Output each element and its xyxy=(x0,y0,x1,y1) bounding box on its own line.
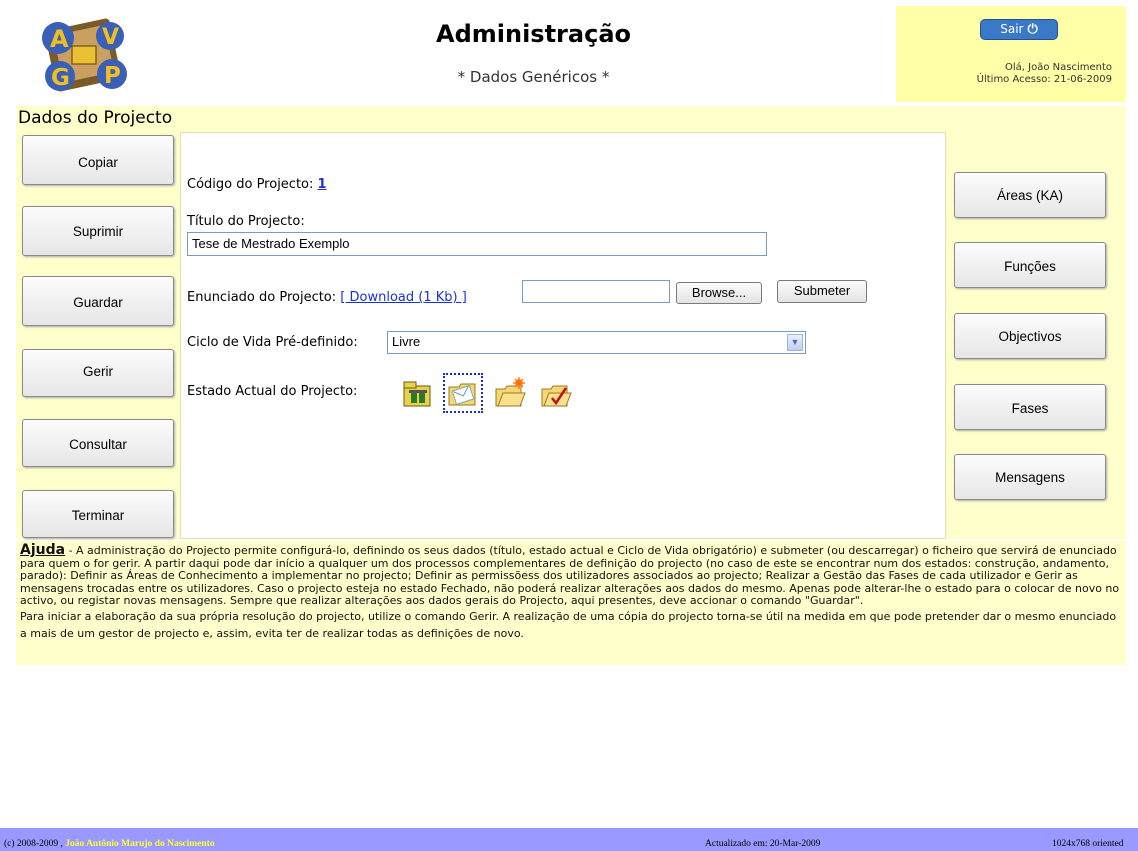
statement-row: Enunciado do Projecto: [ Download (1 Kb)… xyxy=(187,290,467,305)
statement-label: Enunciado do Projecto: xyxy=(187,290,337,305)
functions-button[interactable]: Funções xyxy=(954,242,1106,288)
manage-button[interactable]: Gerir xyxy=(22,349,174,397)
footer-updated: Actualizado em: 20-Mar-2009 xyxy=(705,839,821,849)
section-title-bar: Dados do Projecto xyxy=(16,106,1126,132)
title-input[interactable]: Tese de Mestrado Exemplo xyxy=(187,232,767,256)
logout-label: Sair xyxy=(1000,22,1024,36)
footer-author: João Antônio Marujo do Nascimento xyxy=(65,839,215,849)
delete-button[interactable]: Suprimir xyxy=(22,206,174,256)
help-paragraph: Ajuda - A administração do Projecto perm… xyxy=(20,543,1122,608)
chevron-down-icon[interactable]: ▼ xyxy=(787,334,803,351)
section-title: Dados do Projecto xyxy=(18,108,173,128)
lifecycle-label: Ciclo de Vida Pré-definido: xyxy=(187,335,358,350)
left-actions-panel: Copiar Suprimir Guardar Gerir Consultar … xyxy=(16,132,180,539)
file-path-input[interactable] xyxy=(522,280,670,303)
page-footer: (c) 2008-2009 , João Antônio Marujo do N… xyxy=(0,828,1138,851)
phases-button[interactable]: Fases xyxy=(954,384,1106,430)
download-link[interactable]: [ Download (1 Kb) ] xyxy=(340,290,466,305)
logout-button[interactable]: Sair ⏻ xyxy=(980,19,1058,40)
power-icon: ⏻ xyxy=(1027,22,1038,37)
help-text-2: Para iniciar a elaboração da sua própria… xyxy=(20,609,1117,640)
areas-button[interactable]: Áreas (KA) xyxy=(954,172,1106,218)
construction-state-icon[interactable] xyxy=(401,376,435,410)
footer-copyright: (c) 2008-2009 , xyxy=(4,839,63,849)
copy-button[interactable]: Copiar xyxy=(22,135,174,185)
help-text: - A administração do Projecto permite co… xyxy=(20,544,1120,607)
lifecycle-selected: Livre xyxy=(392,334,421,349)
objectives-button[interactable]: Objectivos xyxy=(954,313,1106,359)
user-greeting: Olá, João Nascimento Último Acesso: 21-0… xyxy=(977,62,1112,86)
messages-button[interactable]: Mensagens xyxy=(954,454,1106,500)
footer-credits: (c) 2008-2009 , João Antônio Marujo do N… xyxy=(4,839,215,849)
state-label: Estado Actual do Projecto: xyxy=(187,384,358,399)
lifecycle-select[interactable]: Livre ▼ xyxy=(387,331,806,354)
browse-button[interactable]: Browse... xyxy=(676,282,762,304)
code-label: Código do Projecto: xyxy=(187,177,314,192)
new-state-icon[interactable] xyxy=(493,376,527,410)
help-panel: Ajuda - A administração do Projecto perm… xyxy=(16,541,1126,665)
project-form: Código do Projecto: 1 Título do Projecto… xyxy=(180,132,946,539)
user-panel: Sair ⏻ Olá, João Nascimento Último Acesso… xyxy=(896,6,1126,102)
finish-button[interactable]: Terminar xyxy=(22,490,174,538)
code-row: Código do Projecto: 1 xyxy=(187,177,327,192)
right-navigation-panel: Áreas (KA) Funções Objectivos Fases Mens… xyxy=(946,132,1126,539)
title-label: Título do Projecto: xyxy=(187,214,305,229)
in-progress-state-icon[interactable] xyxy=(443,373,483,413)
greeting-text: Olá, João Nascimento xyxy=(1005,62,1112,73)
closed-state-icon[interactable] xyxy=(539,376,573,410)
page-header: A V G P Administração * Dados Genéricos … xyxy=(16,6,1126,102)
code-link[interactable]: 1 xyxy=(318,177,327,192)
save-button[interactable]: Guardar xyxy=(22,276,174,326)
last-access-text: Último Acesso: 21-06-2009 xyxy=(976,74,1112,85)
footer-resolution: 1024x768 oriented xyxy=(1052,839,1124,849)
consult-button[interactable]: Consultar xyxy=(22,419,174,467)
submit-button[interactable]: Submeter xyxy=(777,280,867,303)
